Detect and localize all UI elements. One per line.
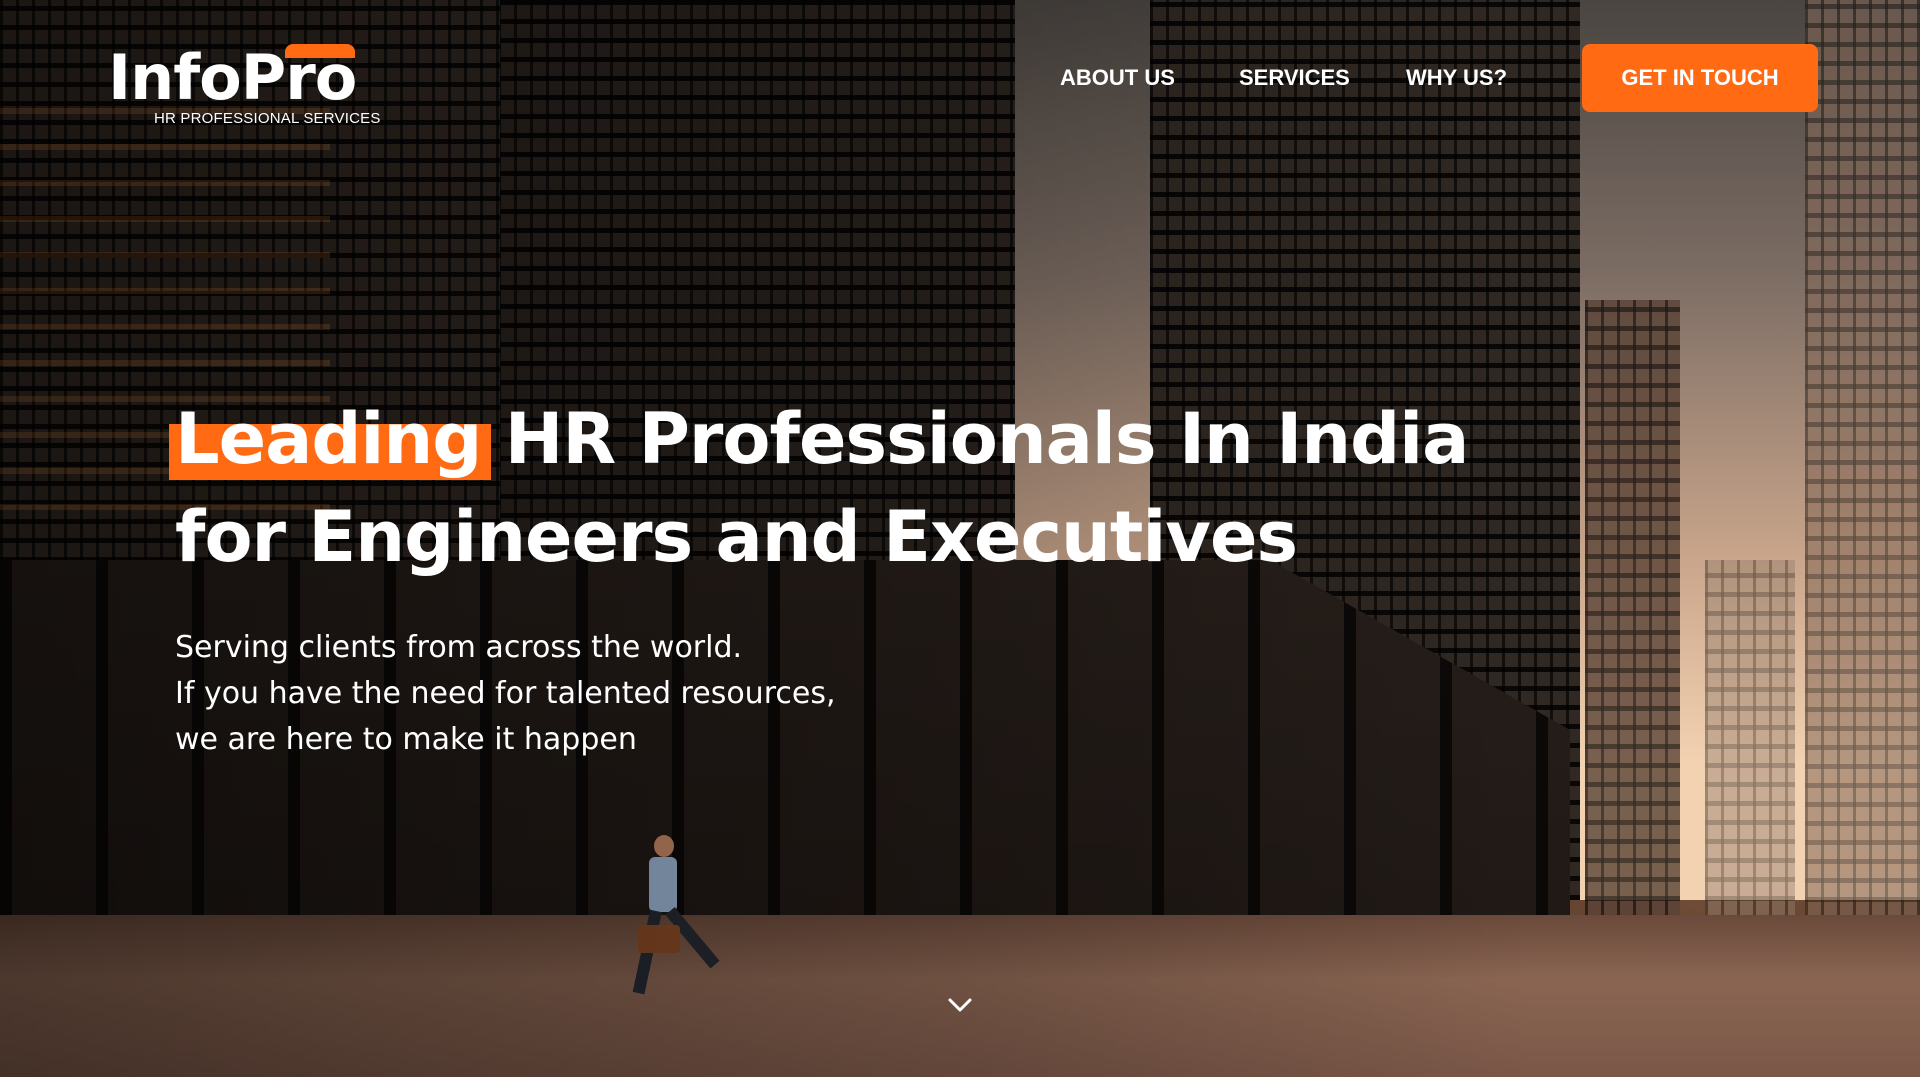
get-in-touch-button[interactable]: GET IN TOUCH (1582, 44, 1818, 112)
nav-why-us[interactable]: WHY US? (1406, 62, 1507, 94)
subtext-line: If you have the need for talented resour… (175, 676, 836, 711)
headline-highlight: Leading (168, 390, 492, 488)
headline-line-2: for Engineers and Executives (175, 496, 1298, 578)
running-businessman-figure (632, 835, 720, 995)
headline-line-1: Leading HR Professionals In India (168, 390, 1475, 488)
logo-tagline: HR PROFESSIONAL SERVICES (154, 110, 381, 127)
subtext-line: we are here to make it happen (175, 722, 637, 757)
headline-line-1-rest: HR Professionals In India (504, 398, 1470, 480)
site-header: InfoPro HR PROFESSIONAL SERVICES ABOUT U… (0, 0, 1920, 140)
infopro-logo[interactable]: InfoPro HR PROFESSIONAL SERVICES (108, 41, 380, 128)
hero-headline: Leading HR Professionals In India for En… (168, 390, 1475, 586)
subtext-line: Serving clients from across the world. (175, 630, 743, 665)
nav-services[interactable]: SERVICES (1239, 62, 1350, 94)
hero-subtext: Serving clients from across the world. I… (175, 625, 975, 763)
nav-about-us[interactable]: ABOUT US (1060, 62, 1175, 94)
hero-section: InfoPro HR PROFESSIONAL SERVICES ABOUT U… (0, 0, 1920, 1077)
chevron-down-icon[interactable] (946, 992, 974, 1016)
logo-wordmark: InfoPro (108, 41, 357, 114)
